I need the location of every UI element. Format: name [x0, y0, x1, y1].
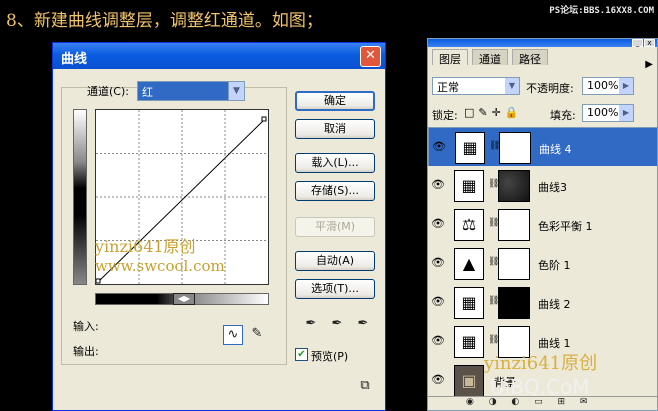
layer-row[interactable]: 👁 ▲ ⛓ 色阶 1 — [428, 244, 657, 284]
channel-select[interactable]: 红 ▼ — [137, 81, 245, 101]
dialog-titlebar[interactable]: 曲线 ✕ — [53, 43, 385, 69]
layer-row[interactable]: 👁 ▦ ⛓ 曲线3 — [428, 166, 657, 206]
layer-mask-thumbnail[interactable] — [498, 248, 530, 280]
panel-titlebar[interactable] — [428, 39, 657, 47]
black-eyedropper-icon[interactable]: ✒ — [301, 315, 321, 335]
expand-dialog-icon[interactable]: ⧉ — [355, 377, 375, 397]
eye-icon[interactable]: 👁 — [431, 178, 445, 192]
input-label: 输入: — [73, 320, 99, 333]
curves-icon: ▦ — [454, 170, 484, 202]
panel-footer-icons[interactable]: ◉ ◑ ◐ ▭ ⊞ ✉ — [428, 396, 657, 410]
site-credit: PS论坛:BBS.16XX8.COM — [549, 6, 654, 16]
fill-value: 100% — [587, 106, 619, 119]
color-balance-icon: ⚖ — [454, 209, 484, 241]
close-icon[interactable]: ✕ — [360, 46, 381, 67]
layer-name: 曲线 4 — [539, 143, 572, 156]
chevron-down-icon[interactable]: ▼ — [228, 82, 244, 100]
save-button[interactable]: 存储(S)... — [295, 181, 375, 201]
smooth-button[interactable]: 平滑(M) — [295, 217, 375, 237]
blend-mode-value: 正常 — [437, 81, 459, 94]
channel-value: 红 — [142, 86, 153, 99]
gradient-toggle-icon[interactable]: ◀▶ — [173, 293, 195, 305]
fill-input[interactable]: 100% ▶ — [582, 104, 634, 122]
blend-mode-select[interactable]: 正常 ▼ — [432, 77, 520, 95]
watermark-site: www.swcool.com — [95, 257, 225, 275]
layer-row[interactable]: 👁 ▦ ⛓ 曲线 2 — [428, 283, 657, 323]
tab-paths[interactable]: 路径 — [512, 49, 548, 66]
opacity-value: 100% — [587, 79, 619, 92]
layer-row[interactable]: 👁 ⚖ ⛓ 色彩平衡 1 — [428, 205, 657, 245]
minimize-icon[interactable]: _ — [632, 39, 643, 47]
eye-icon[interactable]: 👁 — [432, 140, 446, 154]
eye-icon[interactable]: 👁 — [431, 217, 445, 231]
channel-label: 通道(C): — [87, 85, 129, 98]
auto-button[interactable]: 自动(A) — [295, 251, 375, 271]
options-button[interactable]: 选项(T)... — [295, 279, 375, 299]
layer-mask-thumbnail[interactable] — [498, 209, 530, 241]
preview-checkbox[interactable]: ✔ — [295, 348, 308, 361]
layer-name: 色彩平衡 1 — [538, 220, 593, 233]
layers-panel: _ x 图层 通道 路径 ▶ 正常 ▼ 不透明度: 100% ▶ 锁定: □✎✛… — [427, 38, 658, 411]
preview-label: 预览(P) — [311, 350, 349, 363]
photo-icon: ▣ — [454, 365, 484, 397]
levels-icon: ▲ — [454, 248, 484, 280]
chevron-down-icon[interactable]: ▼ — [505, 78, 519, 94]
curve-point-white — [261, 116, 267, 122]
link-icon[interactable]: ⛓ — [488, 218, 499, 232]
output-gradient-bar — [73, 109, 87, 285]
curves-icon: ▦ — [454, 287, 484, 319]
layer-row[interactable]: 👁 ▦ ⛓ 曲线 4 — [428, 127, 657, 167]
chevron-right-icon[interactable]: ▶ — [619, 78, 633, 94]
panel-tabs: 图层 通道 路径 ▶ — [428, 49, 657, 70]
curves-icon: ▦ — [455, 132, 485, 164]
tab-layers[interactable]: 图层 — [432, 49, 468, 66]
eye-icon[interactable]: 👁 — [431, 295, 445, 309]
curves-icon: ▦ — [454, 326, 484, 358]
link-icon[interactable]: ⛓ — [488, 335, 499, 349]
output-label: 输出: — [73, 345, 99, 358]
link-icon[interactable]: ⛓ — [489, 141, 500, 155]
eye-icon[interactable]: 👁 — [431, 373, 445, 387]
panel-watermark-author: yinzi641原创 — [484, 353, 598, 374]
layer-name: 色阶 1 — [538, 259, 571, 272]
panel-close-icon[interactable]: x — [644, 39, 655, 47]
chevron-right-icon[interactable]: ▶ — [619, 105, 633, 121]
white-eyedropper-icon[interactable]: ✒ — [353, 315, 373, 335]
caption-text: 8、新建曲线调整层，调整红通道。如图； — [6, 11, 323, 31]
lock-label: 锁定: — [432, 109, 458, 122]
opacity-input[interactable]: 100% ▶ — [582, 77, 634, 95]
layer-name: 曲线 2 — [538, 298, 571, 311]
dialog-title: 曲线 — [61, 52, 88, 67]
layer-name: 曲线3 — [538, 181, 567, 194]
fill-label: 填充: — [550, 109, 576, 122]
gray-eyedropper-icon[interactable]: ✒ — [327, 315, 347, 335]
layer-mask-thumbnail[interactable] — [498, 287, 530, 319]
watermark-author: yinzi641原创 — [95, 237, 196, 256]
eye-icon[interactable]: 👁 — [431, 334, 445, 348]
cancel-button[interactable]: 取消 — [295, 119, 375, 139]
ok-button[interactable]: 确定 — [295, 91, 375, 111]
curves-dialog: 曲线 ✕ 通道(C): 红 ▼ yinzi641原创 www.swcool.co… — [52, 42, 386, 411]
link-icon[interactable]: ⛓ — [488, 179, 499, 193]
opacity-label: 不透明度: — [526, 82, 574, 95]
curve-point-black — [95, 278, 101, 284]
panel-menu-icon[interactable]: ▶ — [645, 59, 653, 70]
layer-mask-thumbnail[interactable] — [498, 170, 530, 202]
link-icon[interactable]: ⛓ — [488, 257, 499, 271]
load-button[interactable]: 载入(L)... — [295, 153, 375, 173]
eye-icon[interactable]: 👁 — [431, 256, 445, 270]
pencil-icon[interactable]: ✎ — [247, 325, 267, 345]
layer-mask-thumbnail[interactable] — [499, 132, 531, 164]
tab-channels[interactable]: 通道 — [472, 49, 508, 66]
lock-icons[interactable]: □✎✛🔒 — [464, 106, 523, 119]
curve-point-tool-icon[interactable]: ∿ — [223, 325, 243, 345]
link-icon[interactable]: ⛓ — [488, 296, 499, 310]
